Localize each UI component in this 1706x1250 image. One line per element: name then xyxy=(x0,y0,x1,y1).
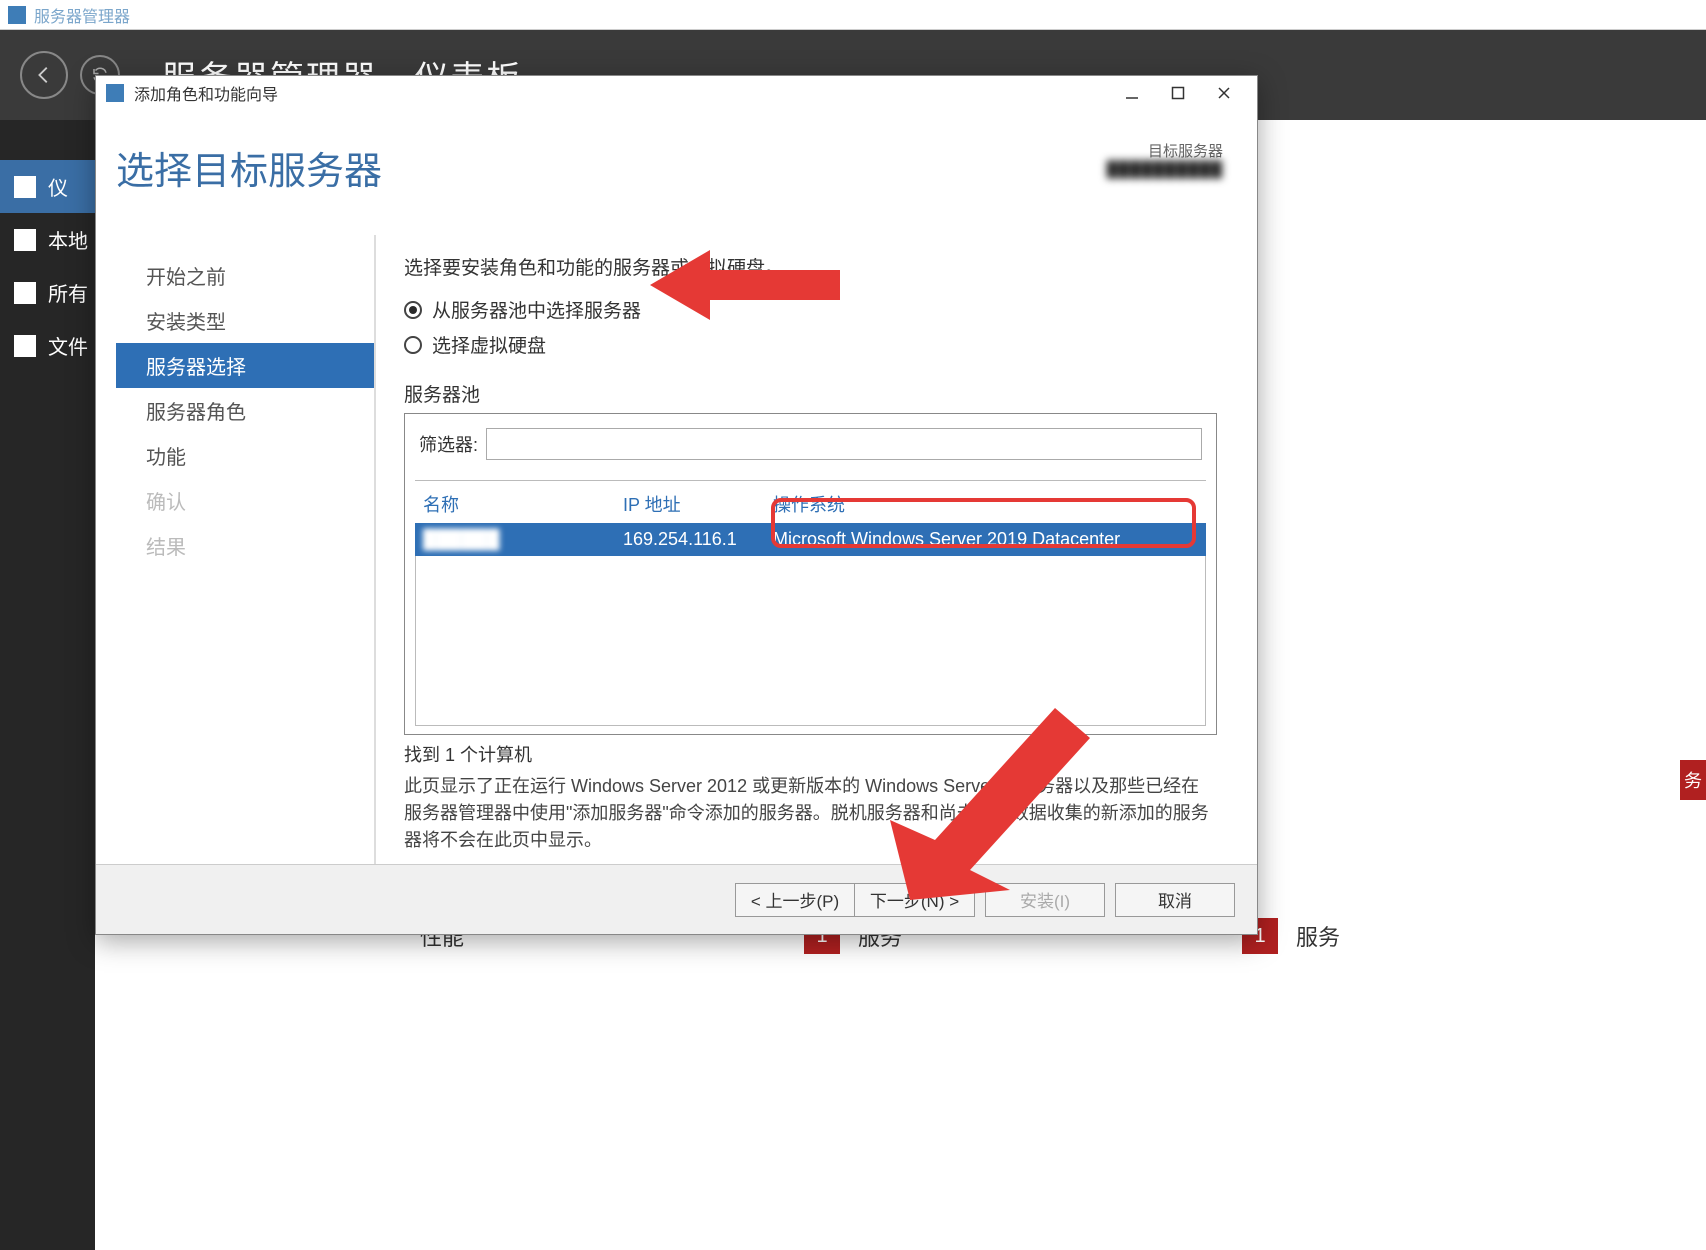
instruction-text: 选择要安装角色和功能的服务器或虚拟硬盘。 xyxy=(404,253,1217,280)
wizard-content: 选择要安装角色和功能的服务器或虚拟硬盘。 从服务器池中选择服务器 选择虚拟硬盘 … xyxy=(376,235,1237,864)
target-server-name: ██████████ xyxy=(1107,161,1223,178)
back-button[interactable] xyxy=(20,51,68,99)
sidebar-item-local[interactable]: 本地 xyxy=(0,213,95,266)
radio-select-vhd[interactable]: 选择虚拟硬盘 xyxy=(404,331,1217,358)
wizard-nav: 开始之前 安装类型 服务器选择 服务器角色 功能 确认 结果 xyxy=(116,235,376,864)
found-count-text: 找到 1 个计算机 xyxy=(404,741,1217,767)
cancel-button[interactable]: 取消 xyxy=(1115,883,1235,917)
server-manager-icon xyxy=(8,6,26,24)
dialog-title: 添加角色和功能向导 xyxy=(134,81,278,105)
radio-pool-label: 从服务器池中选择服务器 xyxy=(432,296,641,323)
target-server-label: 目标服务器 xyxy=(1107,140,1223,161)
page-description: 此页显示了正在运行 Windows Server 2012 或更新版本的 Win… xyxy=(404,773,1217,854)
table-header: 名称 IP 地址 操作系统 xyxy=(415,480,1206,523)
bg-right-chip: 务 xyxy=(1680,760,1706,800)
app-titlebar: 服务器管理器 xyxy=(0,0,1706,30)
all-servers-icon xyxy=(14,282,36,304)
maximize-button[interactable] xyxy=(1155,78,1201,108)
col-name[interactable]: 名称 xyxy=(415,485,615,523)
add-roles-wizard-dialog: 添加角色和功能向导 选择目标服务器 目标服务器 ██████████ 开始之前 … xyxy=(95,75,1258,935)
nav-step-server-roles[interactable]: 服务器角色 xyxy=(116,388,374,433)
nav-step-server-select[interactable]: 服务器选择 xyxy=(116,343,374,388)
app-title: 服务器管理器 xyxy=(34,3,130,27)
server-pool-label: 服务器池 xyxy=(404,380,1217,407)
install-button: 安装(I) xyxy=(985,883,1105,917)
nav-step-before[interactable]: 开始之前 xyxy=(116,253,374,298)
minimize-button[interactable] xyxy=(1109,78,1155,108)
col-os[interactable]: 操作系统 xyxy=(765,485,1206,523)
app-sidebar: 仪 本地 所有 文件 xyxy=(0,120,95,1250)
close-button[interactable] xyxy=(1201,78,1247,108)
col-ip[interactable]: IP 地址 xyxy=(615,485,765,523)
file-services-icon xyxy=(14,335,36,357)
dialog-titlebar[interactable]: 添加角色和功能向导 xyxy=(96,76,1257,110)
nav-step-result: 结果 xyxy=(116,523,374,568)
server-pool-table: 名称 IP 地址 操作系统 ██████ 169.254.116.1 Micro… xyxy=(415,480,1206,556)
server-pool-box: 筛选器: 名称 IP 地址 操作系统 ██████ 169.254.116.1 … xyxy=(404,413,1217,735)
wizard-icon xyxy=(106,84,124,102)
row-os: Microsoft Windows Server 2019 Datacenter xyxy=(765,523,1206,556)
table-empty-area xyxy=(415,556,1206,726)
filter-input[interactable] xyxy=(486,428,1202,460)
sidebar-item-all[interactable]: 所有 xyxy=(0,266,95,319)
radio-icon xyxy=(404,336,422,354)
radio-select-from-pool[interactable]: 从服务器池中选择服务器 xyxy=(404,296,1217,323)
nav-step-install-type[interactable]: 安装类型 xyxy=(116,298,374,343)
nav-step-features[interactable]: 功能 xyxy=(116,433,374,478)
radio-vhd-label: 选择虚拟硬盘 xyxy=(432,331,546,358)
filter-label: 筛选器: xyxy=(419,431,478,457)
target-server-info: 目标服务器 ██████████ xyxy=(1107,140,1223,178)
row-name: ██████ xyxy=(415,523,615,556)
wizard-footer: < 上一步(P) 下一步(N) > 安装(I) 取消 xyxy=(96,864,1257,934)
sidebar-item-file[interactable]: 文件 xyxy=(0,319,95,372)
dashboard-icon xyxy=(14,176,36,198)
next-button[interactable]: 下一步(N) > xyxy=(855,883,975,917)
wizard-heading: 选择目标服务器 xyxy=(116,140,1107,195)
local-server-icon xyxy=(14,229,36,251)
prev-button[interactable]: < 上一步(P) xyxy=(735,883,855,917)
table-row[interactable]: ██████ 169.254.116.1 Microsoft Windows S… xyxy=(415,523,1206,556)
sidebar-item-dashboard[interactable]: 仪 xyxy=(0,160,95,213)
nav-step-confirm: 确认 xyxy=(116,478,374,523)
row-ip: 169.254.116.1 xyxy=(615,523,765,556)
radio-icon xyxy=(404,301,422,319)
